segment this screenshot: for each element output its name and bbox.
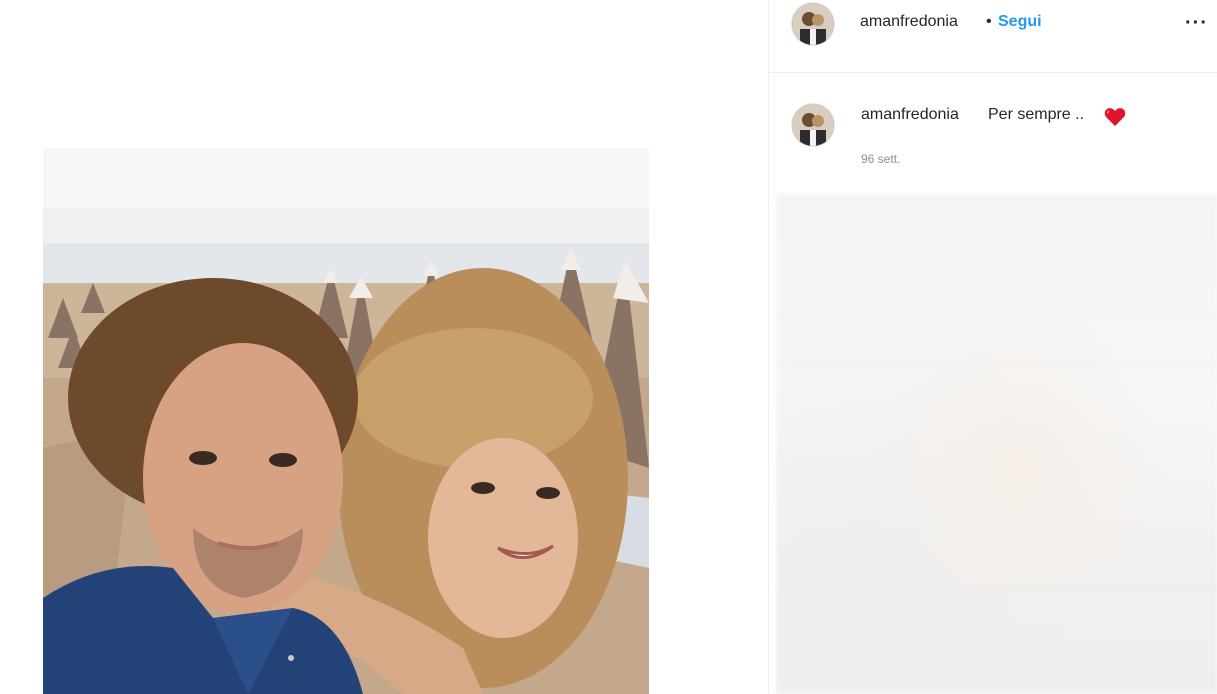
avatar-image-icon [792,104,834,146]
username-link[interactable]: amanfredonia [860,13,958,31]
separator-dot: • [986,13,992,30]
follow-button[interactable]: Segui [998,13,1042,31]
caption-text: Per sempre .. [988,106,1085,123]
divider [776,364,1217,365]
instagram-post-view: amanfredonia • Segui ··· amanfredonia Pe… [0,0,1217,694]
comment-username-link[interactable]: amanfredonia [861,106,959,124]
avatar[interactable] [792,104,834,146]
divider [776,314,1217,315]
red-heart-icon [1104,107,1126,132]
post-side-panel: amanfredonia • Segui ··· amanfredonia Pe… [768,0,1217,694]
post-photo[interactable] [43,148,649,694]
post-timestamp[interactable]: 96 sett. [861,152,900,166]
blurred-comments-area [776,194,1217,694]
divider [776,589,1217,590]
photo-area [0,0,768,694]
avatar[interactable] [792,3,834,45]
more-options-icon[interactable]: ··· [1185,12,1208,35]
post-header: amanfredonia • Segui ··· [769,0,1217,73]
beach-selfie-illustration [43,148,649,694]
avatar-image-icon [792,3,834,45]
caption-comment: amanfredonia Per sempre .. 96 sett. [769,94,1217,184]
